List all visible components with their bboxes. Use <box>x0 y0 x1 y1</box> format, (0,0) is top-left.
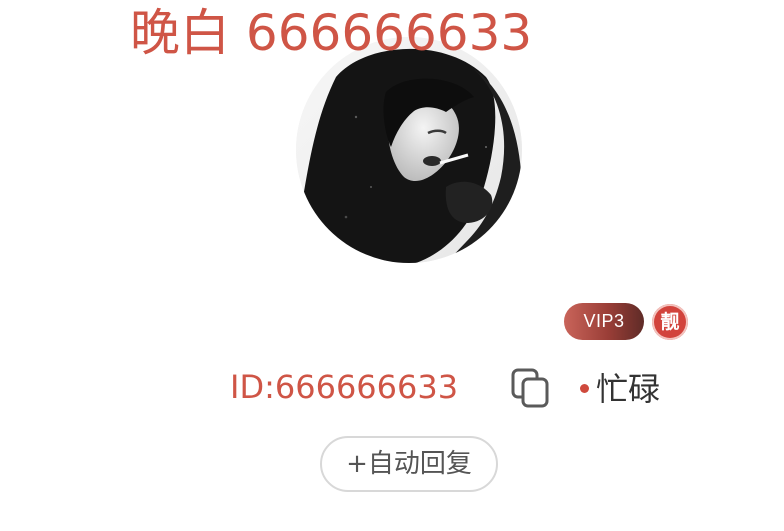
status-text[interactable]: 忙碌 <box>596 367 660 411</box>
liang-badge[interactable]: 靓 <box>652 304 688 340</box>
vip-badge[interactable]: VIP3 <box>564 303 644 340</box>
avatar[interactable] <box>296 37 522 263</box>
username: 晚白 666666633 <box>130 4 533 62</box>
profile-header: 晚白 666666633 VIP3 靓 ID:666666633 忙碌 +自动回… <box>0 0 784 531</box>
copy-icon <box>511 368 549 408</box>
avatar-image <box>296 37 522 263</box>
status-dot-icon <box>580 384 589 393</box>
user-id: ID:666666633 <box>230 368 459 406</box>
copy-id-button[interactable] <box>508 366 554 410</box>
auto-reply-button[interactable]: +自动回复 <box>320 436 498 492</box>
